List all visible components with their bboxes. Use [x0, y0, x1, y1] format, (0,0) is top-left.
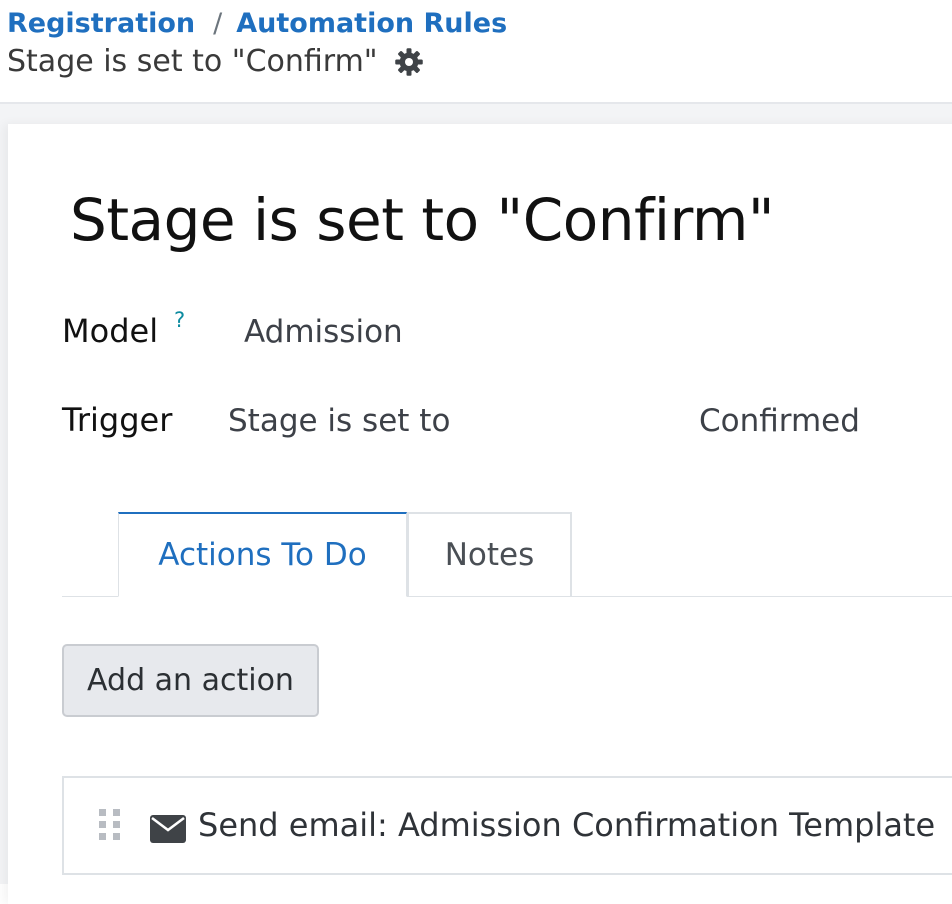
model-label: Model: [62, 312, 159, 350]
breadcrumb-automation-rules[interactable]: Automation Rules: [236, 8, 507, 39]
trigger-label: Trigger: [62, 401, 173, 439]
control-panel: Registration / Automation Rules Stage is s…: [0, 0, 952, 104]
rule-name-field[interactable]: Stage is set to "Confirm": [70, 186, 775, 254]
breadcrumb-separator: /: [213, 8, 223, 39]
gear-icon[interactable]: [394, 47, 424, 77]
envelope-icon: [150, 815, 186, 843]
add-action-button[interactable]: Add an action: [62, 644, 319, 717]
record-name: Stage is set to "Confirm": [7, 44, 378, 79]
action-label: Send email: Admission Confirmation Templ…: [198, 806, 936, 844]
model-help-tooltip[interactable]: ?: [174, 308, 185, 332]
tab-notes[interactable]: Notes: [407, 512, 572, 596]
tab-actions-to-do[interactable]: Actions To Do: [118, 512, 407, 597]
drag-handle-icon[interactable]: [98, 808, 122, 842]
model-field[interactable]: Admission: [244, 314, 403, 350]
breadcrumb-registration[interactable]: Registration: [7, 8, 195, 39]
action-list-item[interactable]: Send email: Admission Confirmation Templ…: [62, 776, 952, 875]
record-name-row: Stage is set to "Confirm": [7, 44, 424, 79]
breadcrumb: Registration / Automation Rules: [7, 8, 507, 39]
trigger-stage-field[interactable]: Confirmed: [699, 403, 860, 439]
trigger-field[interactable]: Stage is set to: [228, 403, 450, 439]
